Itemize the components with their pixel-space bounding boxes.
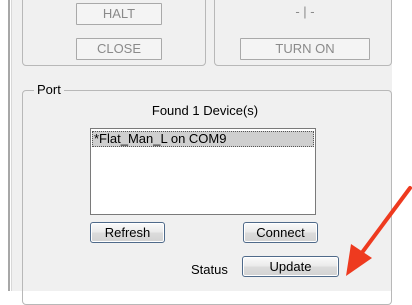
connect-button[interactable]: Connect (243, 222, 318, 243)
refresh-button[interactable]: Refresh (90, 222, 165, 243)
light-status-text: - | - (295, 4, 315, 19)
window-border (8, 0, 10, 291)
device-listbox[interactable]: *Flat_Man_L on COM9 (90, 128, 316, 215)
annotation-arrow-icon (346, 186, 412, 276)
found-devices-text: Found 1 Device(s) (151, 103, 259, 118)
halt-button[interactable]: HALT (76, 3, 162, 25)
device-list-item[interactable]: *Flat_Man_L on COM9 (92, 131, 314, 147)
port-legend: Port (34, 83, 64, 97)
status-label: Status (191, 262, 228, 277)
update-button[interactable]: Update (242, 256, 339, 277)
close-button[interactable]: CLOSE (76, 38, 162, 60)
turn-on-button[interactable]: TURN ON (240, 38, 370, 60)
